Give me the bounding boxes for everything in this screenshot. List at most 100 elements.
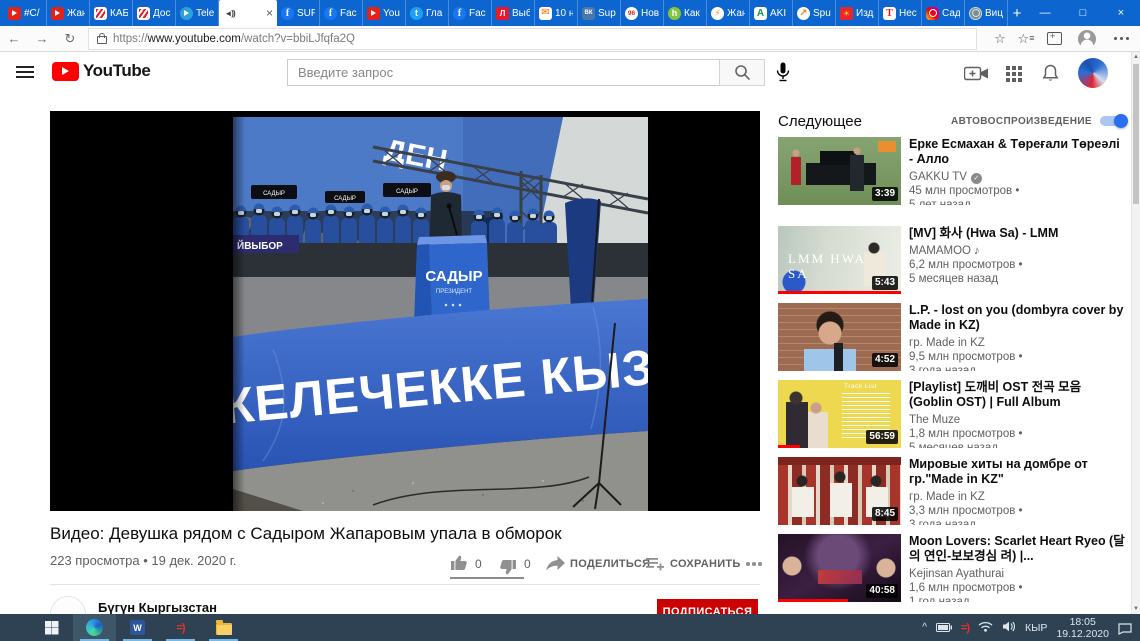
taskbar-app-icon xyxy=(176,622,184,634)
share-label[interactable]: ПОДЕЛИТЬСЯ xyxy=(570,558,650,570)
scrollbar-thumb[interactable] xyxy=(1133,64,1139,204)
tab-title: Tele xyxy=(196,8,214,19)
scroll-down-icon[interactable]: ▼ xyxy=(1132,604,1140,614)
browser-tab[interactable]: You xyxy=(363,0,406,26)
taskbar-app[interactable] xyxy=(202,614,245,641)
save-button[interactable] xyxy=(646,557,665,577)
account-avatar[interactable] xyxy=(1078,58,1108,88)
share-button[interactable] xyxy=(545,555,566,577)
forward-button[interactable]: → xyxy=(28,31,56,46)
hamburger-menu-icon[interactable] xyxy=(16,71,34,73)
scroll-up-icon[interactable]: ▲ xyxy=(1132,52,1140,62)
taskbar-app[interactable] xyxy=(159,614,202,641)
duration-badge: 4:52 xyxy=(872,353,898,367)
browser-tab-bar: #С/ Жан КАБ Дос xyxy=(0,0,1140,26)
sputnik-tray-icon[interactable]: =) xyxy=(961,622,969,634)
action-center-icon[interactable] xyxy=(1118,622,1132,634)
browser-tab[interactable]: 10 н xyxy=(535,0,578,26)
suggested-video[interactable]: 8:45 Мировые хиты на домбре от гр."Made … xyxy=(778,457,1130,525)
browser-tab[interactable]: Изд xyxy=(836,0,879,26)
browser-tab[interactable]: Жан xyxy=(47,0,90,26)
refresh-button[interactable]: ↻ xyxy=(56,31,84,47)
browser-tab[interactable]: Гла xyxy=(406,0,449,26)
taskbar-app[interactable] xyxy=(73,614,116,641)
browser-tab[interactable]: × xyxy=(219,0,277,26)
video-thumbnail[interactable]: 40:58 xyxy=(778,534,901,602)
favorites-bar-icon[interactable]: ☆ xyxy=(1013,31,1039,47)
browser-tab[interactable]: SUP xyxy=(277,0,320,26)
video-thumbnail[interactable]: 4:52 xyxy=(778,303,901,371)
browser-tab[interactable]: Fac xyxy=(320,0,363,26)
battery-icon[interactable] xyxy=(936,619,952,637)
browser-tab[interactable]: Fac xyxy=(449,0,492,26)
suggested-video[interactable]: 4:52 L.P. - lost on you (dombyra cover b… xyxy=(778,303,1130,371)
browser-tab[interactable]: Нов xyxy=(621,0,664,26)
browser-tab[interactable]: Выб xyxy=(492,0,535,26)
browser-menu-icon[interactable] xyxy=(1114,37,1130,41)
volume-icon[interactable] xyxy=(1002,619,1016,637)
search-button[interactable] xyxy=(719,59,765,86)
collections-icon[interactable] xyxy=(1047,32,1062,45)
video-thumbnail[interactable]: 3:39 xyxy=(778,137,901,205)
create-video-button[interactable] xyxy=(964,65,989,87)
suggested-video-title[interactable]: [Playlist] 도깨비 OST 전곡 모음 (Goblin OST) | … xyxy=(909,380,1127,410)
search-input[interactable] xyxy=(287,59,720,86)
browser-tab[interactable]: Виц xyxy=(965,0,1008,26)
tray-expand-icon[interactable]: ^ xyxy=(922,622,927,633)
taskbar-app-icon xyxy=(130,620,145,635)
suggested-video[interactable]: LMM HWA SA 5:43 [MV] 화사 (Hwa Sa) - LMM M… xyxy=(778,226,1130,294)
browser-tab[interactable]: AKI xyxy=(750,0,793,26)
page-scrollbar[interactable]: ▲ ▼ xyxy=(1131,52,1140,614)
browser-tab[interactable]: Tele xyxy=(176,0,219,26)
video-thumbnail[interactable]: 8:45 xyxy=(778,457,901,525)
more-actions-icon[interactable] xyxy=(746,562,762,566)
taskbar-app[interactable] xyxy=(116,614,159,641)
suggested-video[interactable]: Track List 56:59 [Playlist] 도깨비 OST 전곡 모… xyxy=(778,380,1130,448)
minimize-button[interactable]: — xyxy=(1026,0,1064,26)
video-player[interactable]: ДЕН АДЫРЬ xyxy=(50,111,760,511)
clock[interactable]: 18:05 19.12.2020 xyxy=(1056,616,1109,640)
back-button[interactable]: ← xyxy=(0,31,28,46)
browser-tab[interactable]: #С/ xyxy=(4,0,47,26)
music-note-icon: ♪ xyxy=(974,245,980,257)
youtube-logo[interactable]: YouTube xyxy=(52,61,150,81)
tab-title: Виц xyxy=(985,8,1003,19)
suggested-video-title[interactable]: [MV] 화사 (Hwa Sa) - LMM xyxy=(909,226,1127,241)
notifications-bell-icon[interactable] xyxy=(1042,64,1059,87)
browser-tab[interactable]: Нес xyxy=(879,0,922,26)
autoplay-toggle[interactable] xyxy=(1100,116,1126,126)
new-tab-button[interactable]: + xyxy=(1008,0,1026,26)
favorite-star-icon[interactable]: ☆ xyxy=(987,31,1013,47)
video-thumbnail[interactable]: Track List 56:59 xyxy=(778,380,901,448)
browser-tab[interactable]: Sup xyxy=(578,0,621,26)
browser-tab[interactable]: КАБ xyxy=(90,0,133,26)
suggested-video[interactable]: 40:58 Moon Lovers: Scarlet Heart Ryeo (달… xyxy=(778,534,1130,602)
browser-tab[interactable]: Дос xyxy=(133,0,176,26)
browser-tab[interactable]: Жан xyxy=(707,0,750,26)
like-button[interactable] xyxy=(450,553,469,577)
channel-name[interactable]: Бүгүн Кыргызстан xyxy=(98,600,217,615)
suggested-video[interactable]: 3:39 Ерке Есмахан & Төреғали Төреәлі - А… xyxy=(778,137,1130,205)
save-label[interactable]: СОХРАНИТЬ xyxy=(670,558,741,570)
suggested-video-title[interactable]: Ерке Есмахан & Төреғали Төреәлі - Алло xyxy=(909,137,1127,167)
browser-profile-avatar[interactable] xyxy=(1078,30,1096,48)
browser-tab[interactable]: Spu xyxy=(793,0,836,26)
tab-close-icon[interactable]: × xyxy=(266,7,273,19)
dislike-button[interactable] xyxy=(498,553,517,577)
tab-favicon-icon xyxy=(969,7,982,20)
wifi-icon[interactable] xyxy=(978,619,993,637)
suggested-video-title[interactable]: L.P. - lost on you (dombyra cover by Mad… xyxy=(909,303,1127,333)
tab-favicon-icon xyxy=(453,7,466,20)
suggested-video-title[interactable]: Moon Lovers: Scarlet Heart Ryeo (달의 연인-보… xyxy=(909,534,1127,564)
tab-title: Нес xyxy=(899,8,917,19)
voice-search-button[interactable] xyxy=(776,62,790,87)
taskbar-app[interactable] xyxy=(30,614,73,641)
browser-tab[interactable]: Как xyxy=(664,0,707,26)
video-thumbnail[interactable]: LMM HWA SA 5:43 xyxy=(778,226,901,294)
language-indicator[interactable]: КЫР xyxy=(1025,622,1047,634)
suggested-video-title[interactable]: Мировые хиты на домбре от гр."Made in KZ… xyxy=(909,457,1127,487)
address-bar[interactable]: https://www.youtube.com/watch?v=bbiLJfqf… xyxy=(88,28,977,50)
maximize-button[interactable]: □ xyxy=(1064,0,1102,26)
close-button[interactable]: × xyxy=(1102,0,1140,26)
browser-tab[interactable]: Сад xyxy=(922,0,965,26)
